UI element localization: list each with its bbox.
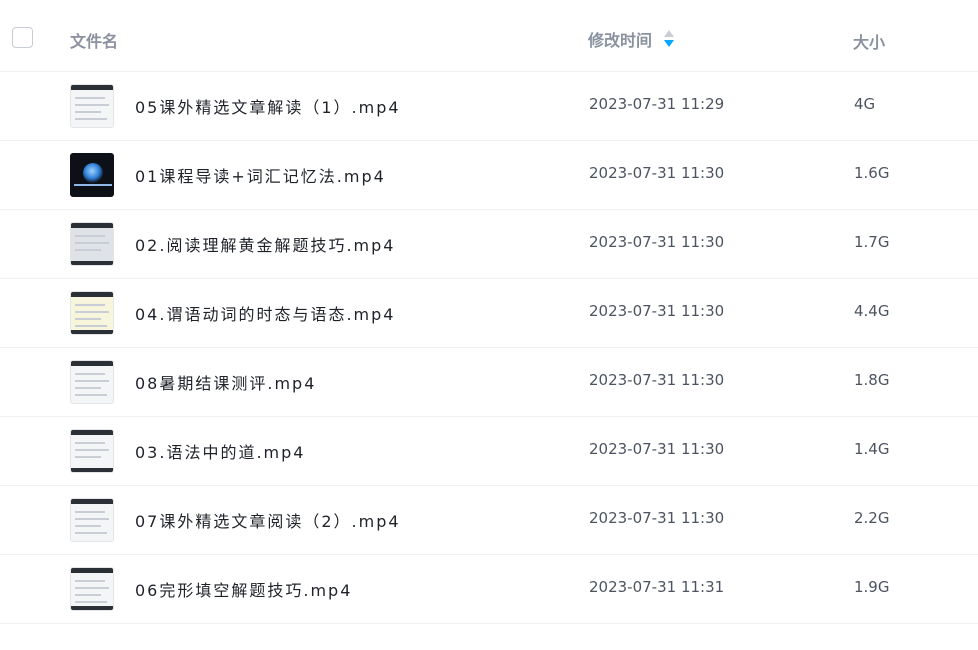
video-thumbnail[interactable] <box>70 84 114 128</box>
sort-descending-icon[interactable] <box>664 30 675 48</box>
file-modified-time: 2023-07-31 11:30 <box>589 302 725 320</box>
column-header-modified-label: 修改时间 <box>588 31 653 50</box>
file-name[interactable]: 01课程导读+词汇记忆法.mp4 <box>135 163 386 187</box>
file-size: 2.2G <box>854 509 890 527</box>
video-thumbnail[interactable] <box>70 222 114 266</box>
file-modified-time: 2023-07-31 11:30 <box>589 164 725 182</box>
file-row[interactable]: 05课外精选文章解读（1）.mp4 2023-07-31 11:29 4G <box>0 72 978 141</box>
file-name[interactable]: 07课外精选文章阅读（2）.mp4 <box>135 508 401 532</box>
video-thumbnail[interactable] <box>70 360 114 404</box>
video-thumbnail[interactable] <box>70 567 114 611</box>
file-modified-time: 2023-07-31 11:29 <box>589 95 725 113</box>
file-modified-time: 2023-07-31 11:30 <box>589 440 725 458</box>
file-size: 1.8G <box>854 371 890 389</box>
file-size: 1.9G <box>854 578 890 596</box>
file-name[interactable]: 06完形填空解题技巧.mp4 <box>135 577 352 601</box>
file-name[interactable]: 05课外精选文章解读（1）.mp4 <box>135 94 401 118</box>
file-row[interactable]: 07课外精选文章阅读（2）.mp4 2023-07-31 11:30 2.2G <box>0 486 978 555</box>
video-thumbnail[interactable] <box>70 429 114 473</box>
file-row[interactable]: 08暑期结课测评.mp4 2023-07-31 11:30 1.8G <box>0 348 978 417</box>
file-size: 1.6G <box>854 164 890 182</box>
file-size: 4G <box>854 95 876 113</box>
file-modified-time: 2023-07-31 11:30 <box>589 371 725 389</box>
video-thumbnail[interactable] <box>70 153 114 197</box>
file-row[interactable]: 01课程导读+词汇记忆法.mp4 2023-07-31 11:30 1.6G <box>0 141 978 210</box>
file-name[interactable]: 02.阅读理解黄金解题技巧.mp4 <box>135 232 395 256</box>
column-header-size[interactable]: 大小 <box>853 29 885 53</box>
file-list-header: 文件名 修改时间 大小 <box>0 0 978 72</box>
file-row[interactable]: 06完形填空解题技巧.mp4 2023-07-31 11:31 1.9G <box>0 555 978 624</box>
column-header-name[interactable]: 文件名 <box>70 28 118 52</box>
file-modified-time: 2023-07-31 11:30 <box>589 509 725 527</box>
file-name[interactable]: 04.谓语动词的时态与语态.mp4 <box>135 301 395 325</box>
file-modified-time: 2023-07-31 11:31 <box>589 578 725 596</box>
file-size: 4.4G <box>854 302 890 320</box>
file-row[interactable]: 04.谓语动词的时态与语态.mp4 2023-07-31 11:30 4.4G <box>0 279 978 348</box>
file-name[interactable]: 08暑期结课测评.mp4 <box>135 370 316 394</box>
file-size: 1.7G <box>854 233 890 251</box>
file-modified-time: 2023-07-31 11:30 <box>589 233 725 251</box>
select-all-checkbox[interactable] <box>12 27 33 48</box>
video-thumbnail[interactable] <box>70 498 114 542</box>
file-size: 1.4G <box>854 440 890 458</box>
column-header-modified[interactable]: 修改时间 <box>588 27 675 51</box>
video-thumbnail[interactable] <box>70 291 114 335</box>
file-row[interactable]: 02.阅读理解黄金解题技巧.mp4 2023-07-31 11:30 1.7G <box>0 210 978 279</box>
file-name[interactable]: 03.语法中的道.mp4 <box>135 439 305 463</box>
file-row[interactable]: 03.语法中的道.mp4 2023-07-31 11:30 1.4G <box>0 417 978 486</box>
